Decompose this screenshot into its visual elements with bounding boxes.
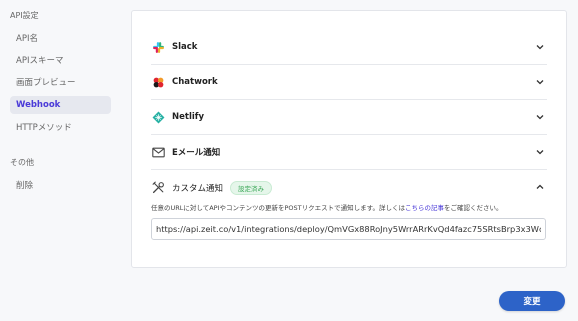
sidebar: API設定 API名 APIスキーマ 画面プレビュー Webhook HTTPメ… [0,0,118,321]
integration-label-slack: Slack [172,42,198,52]
webhook-url-input[interactable] [151,218,546,240]
integration-label-custom: カスタム通知 [172,183,224,194]
tools-icon [151,181,165,195]
custom-description: 任意のURLに対してAPIやコンテンツの更新をPOSTリクエストで通知します。詳… [151,202,502,212]
chevron-up-icon[interactable] [535,182,545,192]
status-badge: 設定済み [230,180,273,195]
mail-icon [151,145,165,159]
integration-row-email[interactable]: Eメール通知 [151,135,547,170]
chevron-down-icon[interactable] [535,42,545,52]
section-title-other: その他 [10,158,34,167]
sidebar-item-api-schema[interactable]: APIスキーマ [10,51,111,69]
description-text-end: をご確認ください。 [443,204,503,212]
integration-row-netlify[interactable]: Netlify [151,100,547,135]
chatwork-icon [151,75,165,89]
chevron-down-icon[interactable] [535,77,545,87]
integration-label-chatwork: Chatwork [172,77,218,87]
sidebar-item-api-name[interactable]: API名 [10,29,111,47]
chevron-down-icon[interactable] [535,147,545,157]
description-text: 任意のURLに対してAPIやコンテンツの更新をPOSTリクエストで通知します。詳… [151,204,405,212]
article-link[interactable]: こちらの記事 [405,204,444,212]
sidebar-item-webhook[interactable]: Webhook [10,96,111,114]
webhook-panel: Slack Chatwork Netlify Eメール通知 カスタム通知 設定済… [131,10,567,268]
section-title-api-settings: API設定 [10,11,39,20]
slack-icon [151,40,165,54]
sidebar-item-http-method[interactable]: HTTPメソッド [10,118,111,136]
save-button[interactable]: 変更 [499,291,565,311]
netlify-icon [151,110,165,124]
sidebar-item-preview[interactable]: 画面プレビュー [10,73,111,91]
integration-label-netlify: Netlify [172,112,205,122]
integration-label-email: Eメール通知 [172,148,221,158]
chevron-down-icon[interactable] [535,112,545,122]
sidebar-item-delete[interactable]: 削除 [10,176,111,194]
integration-row-chatwork[interactable]: Chatwork [151,65,547,100]
integration-row-custom[interactable]: カスタム通知 設定済み [151,170,547,205]
integration-row-slack[interactable]: Slack [151,30,547,65]
